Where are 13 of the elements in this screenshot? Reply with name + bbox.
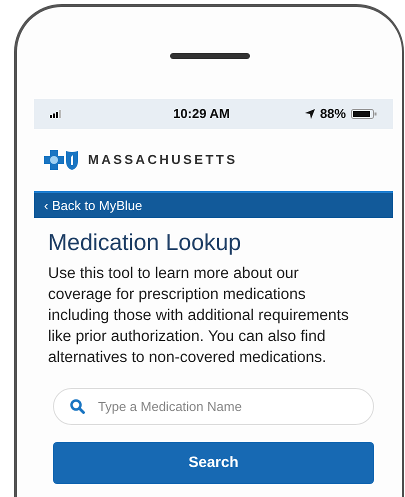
battery-percent: 88% xyxy=(320,105,346,124)
search-field[interactable]: Type a Medication Name xyxy=(53,388,374,425)
back-link[interactable]: ‹ Back to MyBlue xyxy=(44,196,142,216)
search-icon xyxy=(70,399,85,414)
battery-icon xyxy=(350,109,377,119)
description-text: Use this tool to learn more about our coverage for prescription medications including those with additional requirements like prior authorization. You can also find alternatives to non-covered medications. xyxy=(48,264,350,368)
status-time: 10:29 AM xyxy=(173,105,230,124)
location-arrow-icon xyxy=(304,109,315,119)
cross-shield-logo-icon xyxy=(44,149,80,171)
search-button[interactable]: Search xyxy=(53,442,374,484)
signal-icon xyxy=(50,110,64,118)
page-title: Medication Lookup xyxy=(48,228,242,257)
brand-name: MASSACHUSETTS xyxy=(88,151,238,170)
